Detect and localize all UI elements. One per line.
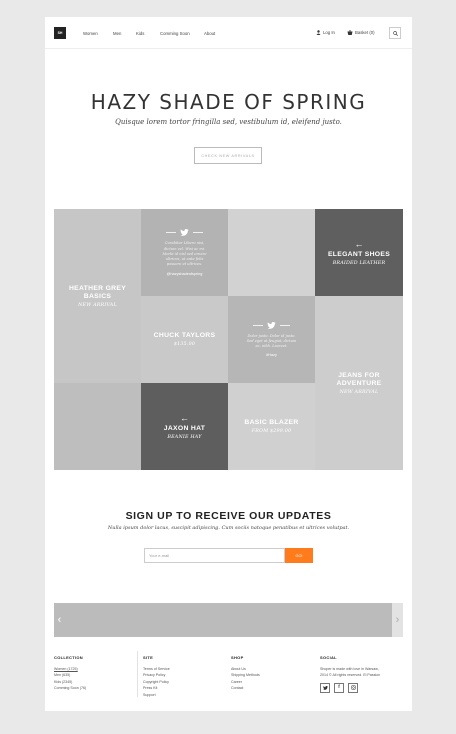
tweet-handle[interactable]: #Hazy [266,353,277,357]
divider [166,232,176,234]
divider [280,324,290,326]
facebook-icon: f [338,684,340,690]
nav-about[interactable]: About [204,31,215,36]
nav-women[interactable]: Women [83,31,98,36]
tile-title: HEATHER GREY BASICS [68,284,127,300]
image-slider: ‹ › [54,603,403,637]
tile-subtitle: BRAIDED LEATHER [332,260,386,266]
tile-title: CHUCK TAYLORS [153,332,216,339]
chevron-left-icon: ‹ [57,614,62,626]
chevron-right-icon: › [395,614,400,626]
tile-title: ELEGANT SHOES [327,250,391,258]
twitter-icon [322,685,328,690]
tile-chuck-taylors[interactable]: CHUCK TAYLORS $135.00 [141,296,228,383]
facebook-button[interactable]: f [334,682,344,693]
signup-submit-button[interactable]: GO! [285,548,313,563]
footer-social: SOCIAL Shoper is made with love in Warsa… [320,655,380,693]
tile-price: FROM $299.00 [251,429,292,434]
basket-icon [347,30,353,35]
footer-link-press-kit[interactable]: Press Kit [143,685,170,692]
signup-subtitle: Nulla ipsum dolor lacus, suscipit adipis… [107,525,350,531]
footer-link-career[interactable]: Career [231,679,260,686]
footer-social-text: Shoper is made with love in Warsaw, [320,666,379,671]
logo[interactable]: SH [54,27,66,39]
email-input[interactable]: Your e-mail [144,548,285,563]
instagram-button[interactable] [348,682,358,693]
nav-men[interactable]: Men [113,31,121,36]
twitter-button[interactable] [320,682,330,693]
footer-link-terms[interactable]: Terms of Service [143,666,170,673]
page: SH Women Men Kids Comming Soon About Log… [45,17,412,711]
tweet-header [166,229,203,237]
tile-subtitle: NEW ARRIVAL [339,389,379,395]
site-header: SH Women Men Kids Comming Soon About Log… [45,17,412,49]
footer-copyright: 2014 © All rights reserved. El Passion [320,673,381,678]
social-icons: f [320,682,380,693]
footer-link-about[interactable]: About Us [231,666,260,673]
footer-heading: SHOP [231,655,244,660]
search-button[interactable] [389,27,401,39]
tile-subtitle: BEANIE HAY [167,434,202,440]
slider-prev-button[interactable]: ‹ [54,603,65,637]
check-new-arrivals-button[interactable]: CHECK NEW ARRIVALS [194,147,262,164]
footer-link-women[interactable]: Women (1725) [54,666,86,673]
footer-link-shipping[interactable]: Shipping Methods [231,672,260,679]
footer-link-copyright[interactable]: Copyright Policy [143,679,170,686]
tile-empty [54,383,141,470]
tile-title: BASIC BLAZER [244,419,299,426]
footer-site: SITE Terms of Service Privacy Policy Cop… [143,655,170,699]
footer-link-coming-soon[interactable]: Comming Soon (76) [54,685,86,692]
twitter-icon [180,229,189,237]
footer-collection: COLLECTION Women (1725) Men (635) Kids (… [54,655,86,692]
footer-link-contact[interactable]: Contact [231,685,260,692]
tile-tweet-1[interactable]: Curabitur Libero nisi, dictum vel. Wisi … [141,209,228,296]
footer-heading: COLLECTION [54,655,83,660]
tile-heather-grey-basics[interactable]: HEATHER GREY BASICS NEW ARRIVAL [54,209,141,383]
search-icon [392,30,398,36]
arrow-left-icon: ← [354,238,364,249]
nav-coming-soon[interactable]: Comming Soon [160,31,190,36]
footer-link-support[interactable]: Support [143,692,170,699]
tile-empty [228,209,315,296]
twitter-icon [267,321,276,329]
basket-link[interactable]: Basket (0) [347,30,375,35]
footer-link-kids[interactable]: Kids (2345) [54,679,86,686]
footer-link-privacy[interactable]: Privacy Policy [143,672,170,679]
tile-elegant-shoes[interactable]: ← ELEGANT SHOES BRAIDED LEATHER [315,209,403,296]
login-link[interactable]: Log In [316,30,335,35]
product-grid: HEATHER GREY BASICS NEW ARRIVAL Curabitu… [54,209,403,470]
divider [193,232,203,234]
tile-jaxon-hat[interactable]: ← JAXON HAT BEANIE HAY [141,383,228,470]
user-icon [316,30,321,35]
nav-kids[interactable]: Kids [136,31,144,36]
divider [253,324,263,326]
tweet-text: Dolor justo. Dolor id justo. Sed eget at… [246,333,297,349]
tile-jeans-for-adventure[interactable]: JEANS FOR ADVENTURE NEW ARRIVAL [315,296,403,470]
hero-subtitle: Quisque lorem tortor fringilla sed, vest… [115,118,342,126]
tile-price: $135.00 [173,342,196,347]
footer-divider [137,651,138,697]
tile-title: JEANS FOR ADVENTURE [336,371,382,387]
instagram-icon [350,685,356,691]
arrow-left-icon: ← [180,412,189,423]
tweet-handle[interactable]: @hazyshadeofspring [167,272,203,276]
tweet-header [253,321,290,329]
basket-label: Basket (0) [355,30,375,35]
tile-tweet-2[interactable]: Dolor justo. Dolor id justo. Sed eget at… [228,296,315,383]
signup-title: SIGN UP TO RECEIVE OUR UPDATES [125,510,332,522]
tile-basic-blazer[interactable]: BASIC BLAZER FROM $299.00 [228,383,315,470]
login-label: Log In [323,30,335,35]
tweet-text: Curabitur Libero nisi, dictum vel. Wisi … [162,241,207,267]
footer-heading: SOCIAL [320,655,337,660]
footer-shop: SHOP About Us Shipping Methods Career Co… [231,655,260,692]
hero-title: HAZY SHADE OF SPRING [90,90,367,114]
tile-subtitle: NEW ARRIVAL [78,302,117,308]
slider-next-button[interactable]: › [392,603,403,637]
tile-title: JAXON HAT [163,424,206,432]
footer-link-men[interactable]: Men (635) [54,672,86,679]
footer-heading: SITE [143,655,154,660]
